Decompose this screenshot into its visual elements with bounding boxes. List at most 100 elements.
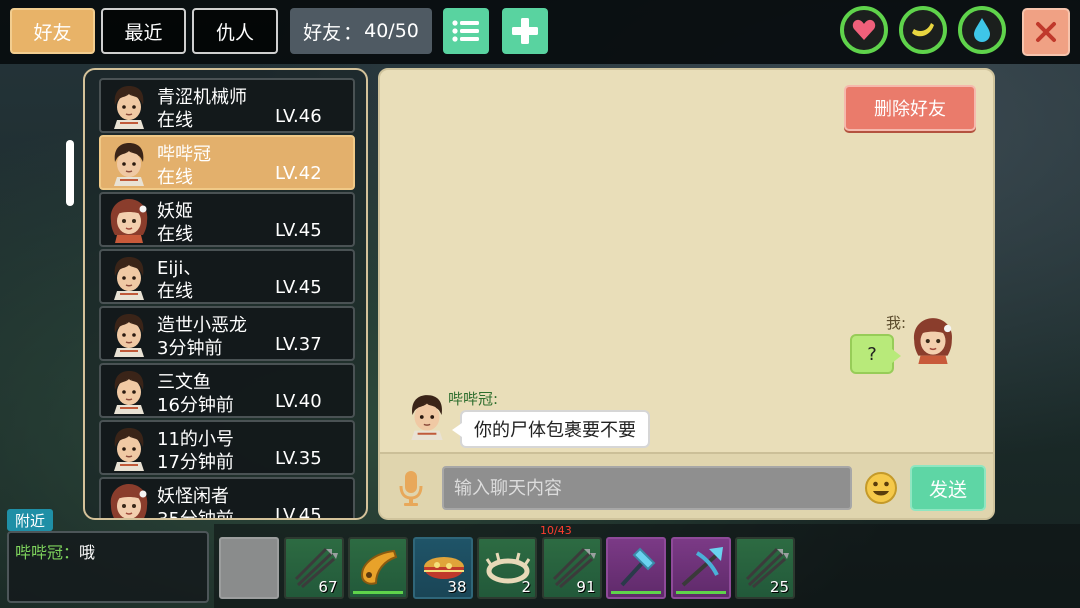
friend-avatar [107, 254, 151, 300]
friend-avatar [107, 482, 151, 518]
friend-level: LV.42 [275, 163, 322, 184]
nearby-chat-text: 哦 [79, 543, 96, 562]
tab-enemies[interactable]: 仇人 [192, 8, 278, 54]
chat-input[interactable] [442, 466, 852, 510]
microphone-icon[interactable] [398, 470, 424, 508]
friend-list-scroll-handle[interactable] [66, 140, 74, 206]
thirst-status [958, 6, 1006, 54]
emoji-icon[interactable] [864, 471, 898, 505]
delete-friend-button[interactable]: 删除好友 [844, 85, 976, 131]
friend-status: 在线 [157, 167, 193, 188]
tab-label: 仇人 [215, 21, 254, 44]
heart-icon [852, 19, 876, 40]
friend-level: LV.35 [275, 448, 322, 469]
friend-row[interactable]: 哔哔冠 在线 LV.42 [99, 135, 355, 190]
friend-level: LV.45 [275, 505, 322, 520]
tab-friends[interactable]: 好友 [10, 8, 95, 54]
horn-icon [360, 549, 398, 585]
top-bar: 好友 最近 仇人 好友 ： 40/50 [0, 0, 1080, 64]
friend-avatar [107, 368, 151, 414]
friend-message-text: 你的尸体包裹要不要 [474, 420, 636, 441]
friend-status: 在线 [157, 281, 193, 302]
slot-count: 91 [576, 578, 596, 596]
add-friend-button[interactable] [502, 8, 548, 54]
durability-bar [675, 591, 726, 594]
friend-avatar [107, 425, 151, 471]
my-message-text: ? [867, 343, 877, 365]
banana-icon [912, 23, 934, 37]
water-drop-icon [974, 18, 990, 42]
friend-status: 在线 [157, 224, 193, 245]
list-button[interactable] [443, 8, 489, 54]
plus-icon [512, 18, 538, 44]
list-icon [452, 20, 479, 42]
health-readout: 10/43 [540, 524, 572, 537]
friend-avatar [404, 392, 450, 440]
friend-status: 17分钟前 [157, 452, 234, 473]
slot-count: 38 [447, 578, 467, 596]
hotbar-slot-arrows[interactable]: 67 [283, 537, 344, 599]
my-name-label: 我: [886, 314, 907, 332]
chat-input-bar: 发送 [380, 452, 993, 518]
slot-count: 67 [318, 578, 338, 596]
friend-row[interactable]: 妖姬 在线 LV.45 [99, 192, 355, 247]
crossbow-icon [681, 547, 723, 587]
friend-status: 35分钟前 [157, 509, 234, 520]
durability-bar [611, 591, 661, 594]
friend-status: 16分钟前 [157, 395, 234, 416]
hotbar-slot-bowl[interactable]: 38 [412, 537, 473, 599]
friend-row[interactable]: 造世小恶龙 3分钟前 LV.37 [99, 306, 355, 361]
durability-bar [353, 591, 403, 594]
close-button[interactable] [1022, 8, 1070, 56]
hotbar-slot-crossbow[interactable] [670, 537, 731, 599]
friend-status: 3分钟前 [157, 338, 223, 359]
friend-avatar [107, 140, 151, 186]
tab-label: 最近 [124, 21, 163, 44]
friend-level: LV.45 [275, 277, 322, 298]
nearby-chat-tab[interactable]: 附近 [7, 509, 53, 531]
health-status [840, 6, 888, 54]
nearby-chat-sender: 哔哔冠： [15, 543, 80, 562]
friend-name-label: 哔哔冠: [448, 390, 499, 408]
send-label: 发送 [928, 478, 967, 501]
friend-avatar [107, 197, 151, 243]
nearby-tab-label: 附近 [14, 511, 45, 530]
friend-avatar [107, 311, 151, 357]
friend-level: LV.40 [275, 391, 322, 412]
close-icon [1036, 22, 1056, 42]
friend-status: 在线 [157, 110, 193, 131]
hotbar-slot-thorn-ring[interactable]: 2 [477, 537, 537, 599]
friend-level: LV.37 [275, 334, 322, 355]
friend-count-separator: ： [343, 21, 363, 44]
friend-count-label: 好友 [303, 21, 342, 44]
nearby-chat-box[interactable]: 哔哔冠：哦 [7, 531, 209, 603]
hotbar-slot-horn[interactable] [348, 537, 408, 599]
chat-panel: 删除好友 我: ? 哔哔冠: 你的尸体包裹要不要 发送 [378, 68, 995, 520]
slot-count: 25 [769, 578, 789, 596]
my-message-bubble: ? [850, 334, 901, 374]
friend-row[interactable]: 妖怪闲者 35分钟前 LV.45 [99, 477, 355, 520]
friend-level: LV.45 [275, 220, 322, 241]
slot-count: 2 [521, 578, 531, 596]
delete-friend-label: 删除好友 [874, 99, 946, 120]
hotbar-slot-crystal-staff[interactable] [606, 537, 666, 599]
friend-row[interactable]: 11的小号 17分钟前 LV.35 [99, 420, 355, 475]
hotbar-slot-arrows[interactable]: 25 [735, 537, 795, 599]
tab-recent[interactable]: 最近 [101, 8, 186, 54]
friend-list: 青涩机械师 在线 LV.46 哔哔冠 在线 LV.42 妖姬 在线 LV.45 Eiji、 在线 LV… [83, 68, 368, 520]
friend-row[interactable]: Eiji、 在线 LV.45 [99, 249, 355, 304]
friend-message-bubble: 你的尸体包裹要不要 [452, 410, 650, 448]
friend-count-badge: 好友 ： 40/50 [290, 8, 432, 54]
my-avatar [910, 316, 956, 364]
friend-level: LV.46 [275, 106, 322, 127]
tab-label: 好友 [33, 21, 72, 44]
send-button[interactable]: 发送 [910, 465, 986, 511]
friend-row[interactable]: 三文鱼 16分钟前 LV.40 [99, 363, 355, 418]
hunger-status [899, 6, 947, 54]
friend-avatar [107, 83, 151, 129]
friend-count-value: 40/50 [364, 20, 419, 42]
crystal-staff-icon [620, 547, 656, 587]
hotbar-slot-empty[interactable] [219, 537, 279, 599]
friend-row[interactable]: 青涩机械师 在线 LV.46 [99, 78, 355, 133]
hotbar-slot-arrows[interactable]: 91 [541, 537, 602, 599]
